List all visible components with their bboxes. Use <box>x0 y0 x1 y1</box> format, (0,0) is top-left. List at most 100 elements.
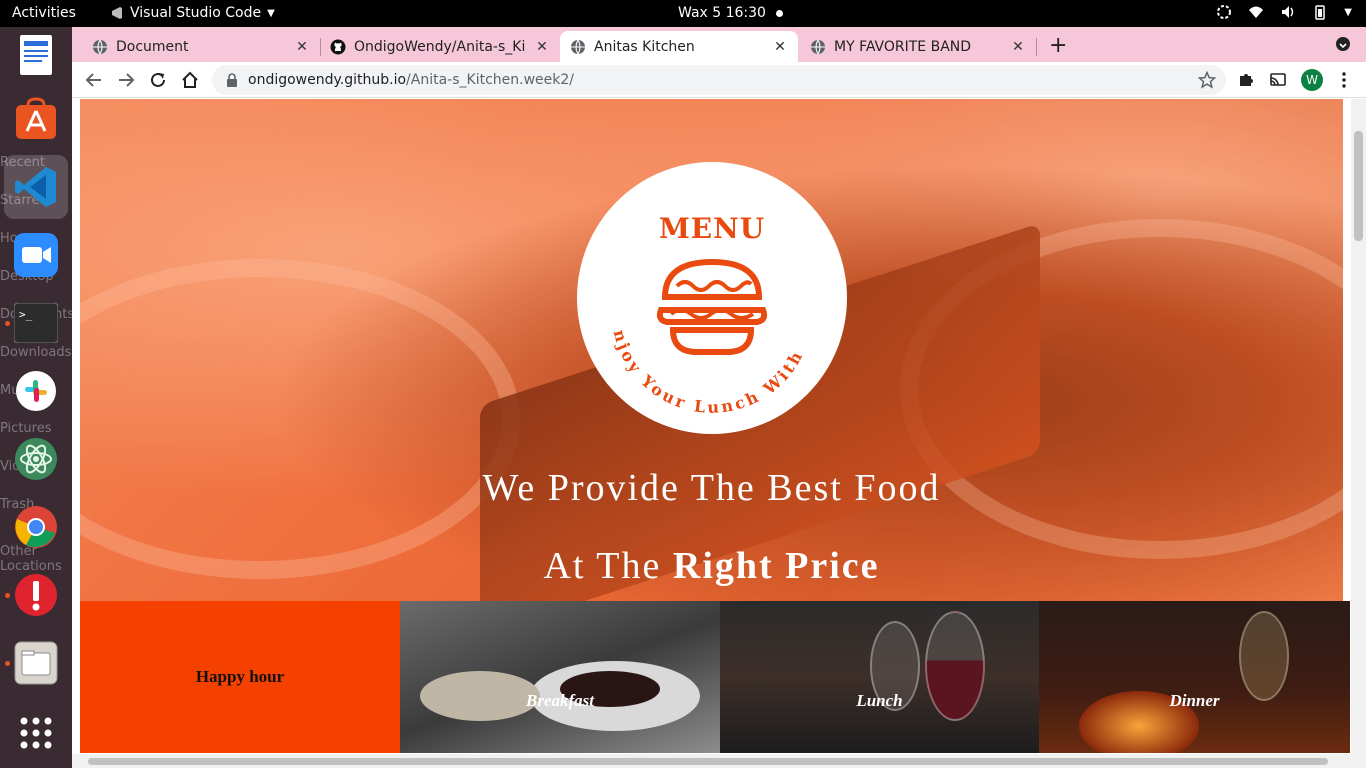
running-indicator-icon <box>5 321 10 326</box>
reload-button[interactable] <box>146 68 170 92</box>
lock-icon[interactable] <box>226 73 238 87</box>
meal-cards: Happy hour Breakfast Lunch Dinner <box>80 601 1350 753</box>
card-label: Lunch <box>856 691 903 710</box>
scrollbar-thumb[interactable] <box>1354 131 1363 241</box>
svg-text:>_: >_ <box>19 308 33 321</box>
hero-subheadline: At The Right Price <box>80 544 1343 588</box>
home-button[interactable] <box>178 68 202 92</box>
vscode-small-icon <box>112 7 122 19</box>
burger-icon: Enjoy Your Lunch With Us <box>577 162 811 417</box>
globe-icon <box>571 39 585 54</box>
hero-subheadline-prefix: At The <box>543 545 673 587</box>
running-indicator-icon <box>5 593 10 598</box>
globe-icon <box>93 39 107 54</box>
battery-icon[interactable] <box>1312 4 1328 20</box>
ubuntu-software-icon[interactable] <box>12 95 60 143</box>
tab-title: Anitas Kitchen <box>594 38 695 55</box>
extensions-button[interactable] <box>1234 68 1258 92</box>
system-top-bar: Activities Visual Studio Code ▼ Wax 5 16… <box>0 0 1366 27</box>
zoom-icon[interactable] <box>12 231 60 279</box>
arrow-left-icon <box>85 73 101 87</box>
reload-icon <box>151 72 165 87</box>
tab-search-button[interactable] <box>1336 37 1350 51</box>
volume-icon[interactable] <box>1280 4 1296 20</box>
card-lunch[interactable]: Lunch <box>720 601 1039 753</box>
libreoffice-writer-icon[interactable] <box>12 31 60 79</box>
tab-title: Document <box>116 38 189 55</box>
close-tab-icon[interactable]: ✕ <box>294 39 310 55</box>
url-path: /Anita-s_Kitchen.week2/ <box>406 72 574 88</box>
tab-separator <box>1036 38 1037 56</box>
globe-icon <box>811 39 825 54</box>
logo-tagline: Enjoy Your Lunch With Us <box>577 162 808 417</box>
card-dinner[interactable]: Dinner <box>1039 601 1350 753</box>
profile-button[interactable]: W <box>1300 68 1324 92</box>
profile-avatar: W <box>1301 69 1323 91</box>
files-icon[interactable] <box>12 639 60 687</box>
scrollbar-thumb[interactable] <box>88 758 1328 765</box>
clock-label: Wax 5 16:30 <box>678 5 766 21</box>
wine-glass-shape <box>925 611 985 721</box>
chevron-down-icon[interactable]: ▼ <box>1344 7 1352 18</box>
cast-icon <box>1270 73 1286 86</box>
vertical-scrollbar[interactable] <box>1351 99 1366 768</box>
cast-button[interactable] <box>1266 68 1290 92</box>
chevron-down-icon: ▼ <box>267 7 275 19</box>
wifi-icon[interactable] <box>1248 4 1264 20</box>
svg-text:Enjoy Your Lunch With Us: Enjoy Your Lunch With Us <box>577 162 811 417</box>
hero-plate-shape <box>80 259 520 579</box>
tab-github[interactable]: OndigoWendy/Anita-s_Ki ✕ <box>320 31 560 62</box>
vscode-icon[interactable] <box>4 155 68 219</box>
app-menu-label: Visual Studio Code <box>130 5 262 21</box>
tab-document[interactable]: Document ✕ <box>72 31 320 62</box>
clock[interactable]: Wax 5 16:30 <box>678 5 783 21</box>
slack-icon[interactable] <box>12 367 60 415</box>
wine-glass-shape <box>1239 611 1289 701</box>
chrome-icon[interactable] <box>12 503 60 551</box>
ghost-label: Downloads <box>0 345 72 360</box>
close-tab-icon[interactable]: ✕ <box>1010 39 1026 55</box>
card-label: Happy hour <box>195 667 285 686</box>
close-tab-icon[interactable]: ✕ <box>772 39 788 55</box>
tab-my-favorite-band[interactable]: MY FAVORITE BAND ✕ <box>798 31 1036 62</box>
card-label: Breakfast <box>526 691 594 710</box>
bookmark-star-icon[interactable] <box>1198 71 1216 89</box>
hero-section: MENU Enjoy Your Lunch With Us We Provide… <box>80 99 1343 601</box>
ghost-label: Pictures <box>0 421 52 436</box>
chevron-down-icon <box>1339 43 1347 49</box>
new-tab-button[interactable]: + <box>1049 33 1067 58</box>
plate-shape <box>420 671 540 721</box>
tab-anitas-kitchen[interactable]: Anitas Kitchen ✕ <box>560 31 798 62</box>
tab-title: OndigoWendy/Anita-s_Ki <box>354 38 526 55</box>
address-bar[interactable]: ondigowendy.github.io/Anita-s_Kitchen.we… <box>212 65 1226 95</box>
horizontal-scrollbar[interactable] <box>72 754 1351 768</box>
github-icon <box>330 39 346 54</box>
update-notifier-icon[interactable] <box>12 571 60 619</box>
forward-button[interactable] <box>114 68 138 92</box>
card-breakfast[interactable]: Breakfast <box>400 601 720 753</box>
arrow-right-icon <box>119 73 135 87</box>
kebab-menu-icon <box>1342 72 1346 88</box>
tab-title: MY FAVORITE BAND <box>834 38 972 55</box>
close-tab-icon[interactable]: ✕ <box>534 39 550 55</box>
browser-toolbar: ondigowendy.github.io/Anita-s_Kitchen.we… <box>72 62 1366 98</box>
browser-menu-button[interactable] <box>1332 68 1356 92</box>
home-icon <box>182 71 198 88</box>
app-menu[interactable]: Visual Studio Code ▼ <box>110 5 275 21</box>
dock: Recent Starred Home Desktop Documents Do… <box>0 27 74 768</box>
back-button[interactable] <box>82 68 106 92</box>
hero-subheadline-bold: Right Price <box>672 545 880 587</box>
card-happy-hour[interactable]: Happy hour <box>80 601 400 753</box>
system-tray[interactable]: ▼ <box>1216 4 1352 20</box>
notification-dot-icon <box>775 9 783 17</box>
atom-icon[interactable] <box>12 435 60 483</box>
running-indicator-icon <box>5 661 10 666</box>
accessibility-icon[interactable] <box>1216 4 1232 20</box>
puzzle-icon <box>1240 74 1253 86</box>
terminal-icon[interactable]: >_ <box>12 299 60 347</box>
menu-logo: MENU Enjoy Your Lunch With Us <box>577 162 847 434</box>
url-host: ondigowendy.github.io <box>248 72 407 88</box>
show-applications-icon[interactable] <box>12 709 60 757</box>
activities-button[interactable]: Activities <box>12 5 76 21</box>
tab-strip: Document ✕ OndigoWendy/Anita-s_Ki ✕ Anit… <box>72 27 1366 62</box>
